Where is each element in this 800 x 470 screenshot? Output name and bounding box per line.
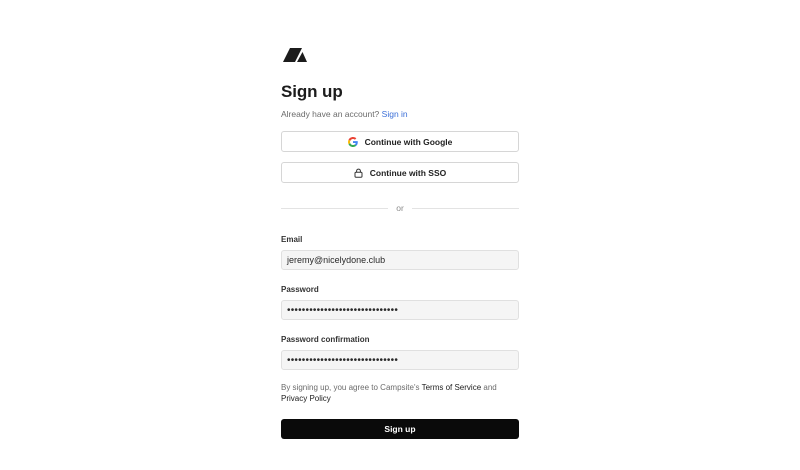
campsite-logo-icon bbox=[283, 48, 307, 62]
divider-or-text: or bbox=[396, 203, 404, 213]
signup-page: Sign up Already have an account? Sign in… bbox=[0, 0, 800, 470]
password-confirmation-field-value: •••••••••••••••••••••••••••••• bbox=[287, 354, 399, 366]
email-field-value: jeremy@nicelydone.club bbox=[287, 255, 386, 265]
password-confirmation-field[interactable]: •••••••••••••••••••••••••••••• bbox=[281, 350, 519, 370]
sign-up-button[interactable]: Sign up bbox=[281, 419, 519, 439]
google-button-label: Continue with Google bbox=[364, 136, 453, 147]
email-field[interactable]: jeremy@nicelydone.club bbox=[281, 250, 519, 270]
email-label: Email bbox=[281, 235, 303, 244]
terms-prefix: By signing up, you agree to Campsite's bbox=[281, 383, 420, 392]
divider-line-right bbox=[411, 207, 519, 209]
have-account-text: Already have an account? Sign in bbox=[281, 108, 519, 120]
or-divider: or bbox=[281, 203, 519, 213]
sso-button-label: Continue with SSO bbox=[369, 167, 447, 178]
password-label: Password bbox=[281, 285, 319, 294]
terms-of-service-link[interactable]: Terms of Service bbox=[422, 383, 482, 392]
privacy-policy-link[interactable]: Privacy Policy bbox=[281, 394, 331, 403]
continue-with-sso-button[interactable]: Continue with SSO bbox=[281, 162, 519, 183]
have-account-label: Already have an account? bbox=[281, 109, 380, 119]
divider-line-left bbox=[281, 207, 389, 209]
password-field[interactable]: •••••••••••••••••••••••••••••• bbox=[281, 300, 519, 320]
sign-in-link[interactable]: Sign in bbox=[382, 109, 408, 119]
google-icon bbox=[347, 136, 358, 147]
lock-icon bbox=[354, 168, 363, 178]
password-field-value: •••••••••••••••••••••••••••••• bbox=[287, 304, 399, 316]
continue-with-google-button[interactable]: Continue with Google bbox=[281, 131, 519, 152]
signup-panel: Sign up Already have an account? Sign in… bbox=[281, 48, 519, 439]
terms-and: and bbox=[483, 383, 497, 392]
terms-text: By signing up, you agree to Campsite's T… bbox=[281, 382, 511, 404]
page-title: Sign up bbox=[281, 82, 343, 101]
password-confirmation-label: Password confirmation bbox=[281, 335, 370, 344]
